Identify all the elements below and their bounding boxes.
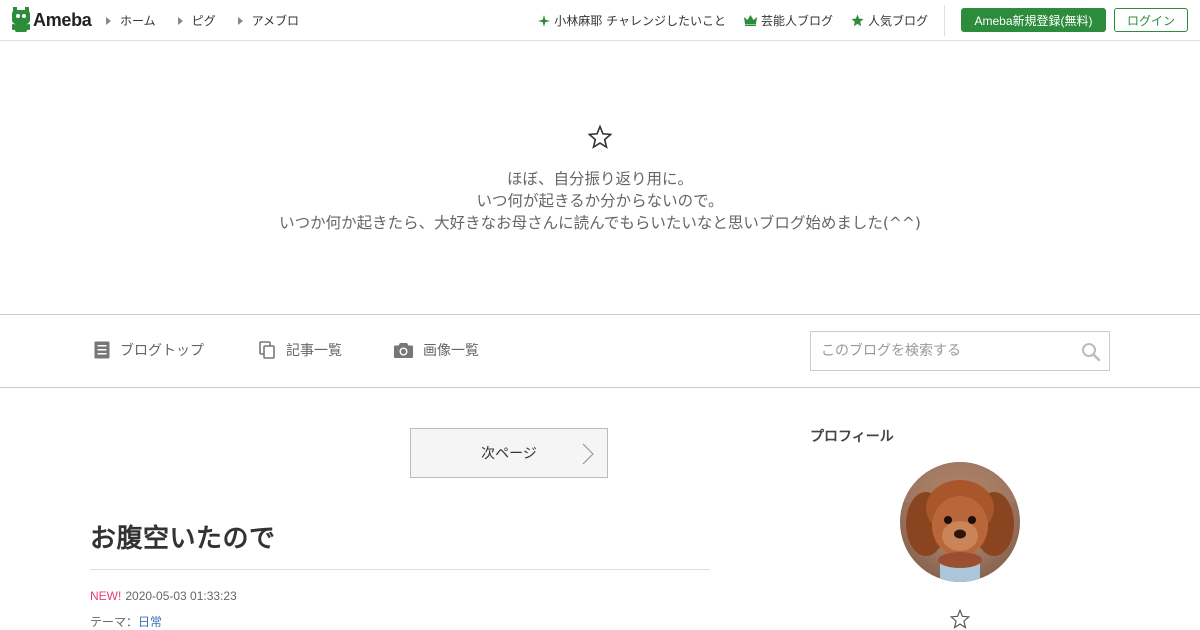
- nav-item-featured-post[interactable]: 小林麻耶 チャレンジしたいこと: [538, 12, 726, 29]
- header-divider: [944, 5, 945, 36]
- triangle-right-icon: [106, 16, 111, 25]
- profile-heading: プロフィール: [810, 429, 894, 445]
- search-icon[interactable]: [1081, 342, 1101, 366]
- nav-item-pigg[interactable]: ピグ: [177, 12, 216, 29]
- entry-title-divider: [90, 569, 710, 570]
- document-icon: [94, 341, 110, 359]
- ameba-logo[interactable]: Ameba: [12, 7, 92, 33]
- camera-icon: [394, 343, 413, 358]
- triangle-right-icon: [237, 16, 243, 25]
- star-outline-icon: [588, 125, 612, 149]
- next-page-label: 次ページ: [481, 446, 537, 462]
- nav-item-home[interactable]: ホーム: [106, 12, 156, 29]
- avatar[interactable]: [900, 462, 1020, 582]
- ameba-mascot-icon: [12, 7, 30, 32]
- next-page-button[interactable]: 次ページ: [410, 428, 608, 478]
- nav-item-label: ホーム: [120, 14, 156, 28]
- new-badge: NEW!: [90, 589, 122, 603]
- entry-meta: NEW! 2020-05-03 01:33:23: [90, 589, 237, 603]
- entry-theme: テーマ：日常: [90, 613, 162, 630]
- star-icon: [851, 14, 864, 27]
- nav-item-label: 小林麻耶 チャレンジしたいこと: [554, 14, 726, 28]
- blog-header: ほぼ、自分振り返り用に。 いつ何が起きるか分からないので。 いつか何か起きたら、…: [0, 41, 1200, 314]
- nav-item-label: 人気ブログ: [867, 14, 928, 28]
- profile-photo: [900, 462, 1020, 582]
- blog-description-line: いつ何が起きるか分からないので。: [476, 192, 724, 210]
- chevron-right-icon: [582, 443, 594, 465]
- blog-search: [810, 331, 1110, 371]
- entry-datetime: 2020-05-03 01:33:23: [125, 589, 237, 603]
- blog-description: ほぼ、自分振り返り用に。 いつ何が起きるか分からないので。 いつか何か起きたら、…: [0, 168, 1200, 234]
- logo-text: Ameba: [33, 9, 92, 30]
- register-button[interactable]: Ameba新規登録(無料): [961, 8, 1106, 32]
- crown-icon: [743, 15, 757, 26]
- entry-title[interactable]: お腹空いたので: [90, 518, 276, 555]
- triangle-right-icon: [177, 16, 183, 25]
- entry-theme-link[interactable]: 日常: [138, 615, 162, 629]
- nav-item-label: アメブロ: [251, 14, 300, 28]
- blog-nav-top[interactable]: ブログトップ: [94, 340, 204, 360]
- global-header: Ameba ホーム ピグ アメブロ 小林麻耶 チャレンジしたいこと 芸能人ブログ: [0, 0, 1200, 41]
- nav-item-ameblo[interactable]: アメブロ: [237, 12, 300, 29]
- copy-icon: [259, 341, 275, 359]
- nav-item-label: ピグ: [191, 14, 216, 28]
- star-outline-icon: [950, 609, 970, 629]
- blog-description-line: ほぼ、自分振り返り用に。: [506, 170, 693, 188]
- nav-item-celebrity-blogs[interactable]: 芸能人ブログ: [743, 12, 833, 29]
- blog-nav-entry-list[interactable]: 記事一覧: [259, 340, 342, 360]
- nav-item-label: 芸能人ブログ: [760, 14, 833, 28]
- blog-nav-label: 記事一覧: [286, 343, 342, 359]
- blog-description-line: いつか何か起きたら、大好きなお母さんに読んでもらいたいなと思いブログ始めました(…: [279, 214, 921, 232]
- blog-nav-label: 画像一覧: [423, 343, 479, 359]
- blog-search-input[interactable]: [811, 332, 1071, 370]
- global-nav-left: ホーム ピグ アメブロ: [106, 12, 321, 29]
- sparkle-icon: [538, 14, 551, 27]
- global-nav-right: 小林麻耶 チャレンジしたいこと 芸能人ブログ 人気ブログ: [520, 12, 928, 29]
- blog-nav-label: ブログトップ: [120, 343, 204, 359]
- blog-nav-image-list[interactable]: 画像一覧: [394, 340, 479, 360]
- nav-item-popular-blogs[interactable]: 人気ブログ: [851, 12, 928, 29]
- blog-nav: ブログトップ 記事一覧 画像一覧: [0, 314, 1200, 388]
- login-button[interactable]: ログイン: [1114, 8, 1188, 32]
- entry-theme-label: テーマ：: [90, 615, 139, 629]
